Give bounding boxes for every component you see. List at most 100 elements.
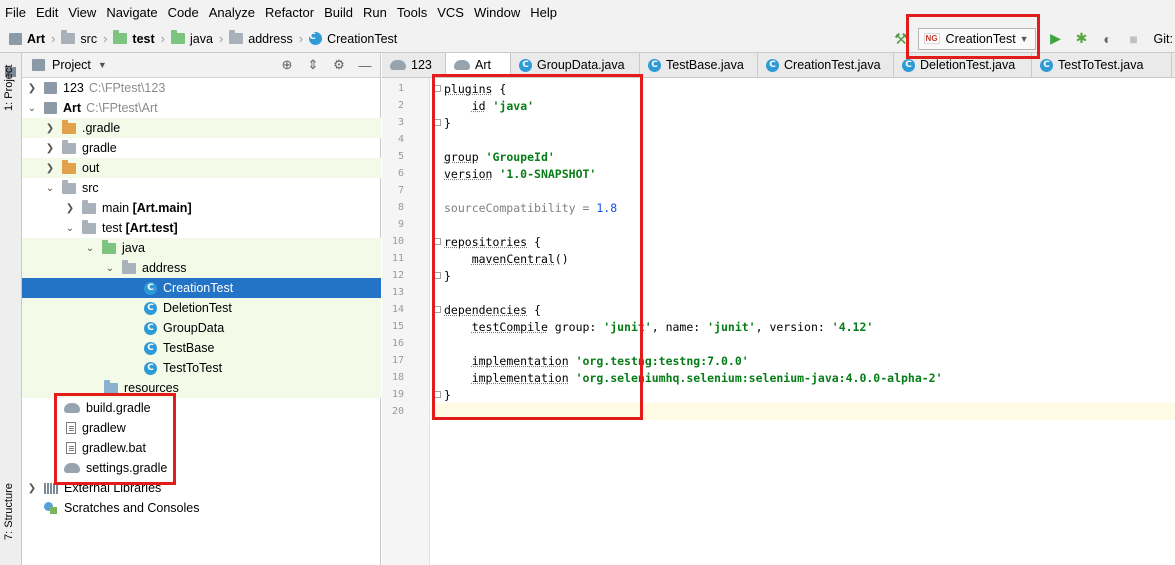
gear-icon[interactable]: ⚙ [328, 57, 350, 73]
chevron-right-icon[interactable]: ❯ [44, 143, 56, 154]
tree-item-test[interactable]: ⌄ test [Art.test] [22, 218, 381, 238]
menu-tools[interactable]: Tools [397, 5, 427, 20]
debug-bug-icon[interactable]: ✱ [1072, 30, 1092, 47]
line-number: 7 [397, 185, 404, 196]
chevron-down-icon[interactable]: ⌄ [84, 243, 96, 254]
tab-art[interactable]: Art [446, 53, 511, 77]
chevron-down-icon[interactable]: ▼ [98, 60, 107, 70]
chevron-right-icon[interactable]: ❯ [64, 203, 76, 214]
menu-run[interactable]: Run [363, 5, 387, 20]
crumb-creationtest[interactable]: C CreationTest [309, 32, 397, 46]
fold-marker-icon[interactable] [434, 85, 441, 92]
menu-refactor[interactable]: Refactor [265, 5, 314, 20]
code-line-15: testCompile group: 'junit', name: 'junit… [471, 320, 874, 334]
tab-structure-tool[interactable]: 7: Structure [3, 483, 15, 540]
menu-code[interactable]: Code [168, 5, 199, 20]
menu-window[interactable]: Window [474, 5, 520, 20]
code-line-11: mavenCentral() [471, 252, 569, 266]
menu-build[interactable]: Build [324, 5, 353, 20]
tab-deletiontest[interactable]: C DeletionTest.java [894, 53, 1032, 77]
tab-123[interactable]: 123 [382, 53, 446, 77]
resources-folder-icon [104, 379, 118, 394]
tree-item-gradle[interactable]: ❯ gradle [22, 138, 381, 158]
code-line-17: implementation 'org.testng:testng:7.0.0' [471, 354, 749, 368]
project-panel-title[interactable]: Project [52, 58, 91, 72]
tree-item-dot-gradle[interactable]: ❯ .gradle [22, 118, 381, 138]
library-icon [44, 482, 58, 494]
tree-item-settings-gradle[interactable]: settings.gradle [22, 458, 381, 478]
run-play-icon[interactable]: ▶ [1046, 30, 1066, 47]
tree-item-groupdata[interactable]: C GroupData [22, 318, 381, 338]
crumb-src[interactable]: src [61, 30, 97, 46]
package-icon [229, 30, 244, 44]
tree-item-gradlew[interactable]: gradlew [22, 418, 381, 438]
chevron-right-icon[interactable]: ❯ [26, 83, 38, 94]
tool-window-stripe: 1: Project 7: Structure [0, 53, 22, 565]
chevron-down-icon[interactable]: ⌄ [44, 183, 56, 194]
chevron-right-icon[interactable]: ❯ [44, 163, 56, 174]
folder-icon [62, 179, 76, 194]
minimize-icon[interactable]: — [354, 58, 376, 73]
run-configuration-dropdown[interactable]: NG CreationTest ▼ [917, 27, 1036, 50]
menu-analyze[interactable]: Analyze [209, 5, 255, 20]
tree-item-deletiontest[interactable]: C DeletionTest [22, 298, 381, 318]
build-hammer-icon[interactable]: ⚒ [894, 30, 907, 48]
tab-project-tool[interactable]: 1: Project [3, 65, 15, 111]
fold-marker-icon[interactable] [434, 391, 441, 398]
tab-testtotest[interactable]: C TestToTest.java [1032, 53, 1172, 77]
collapse-all-icon[interactable]: ⇕ [302, 57, 324, 73]
fold-marker-icon[interactable] [434, 306, 441, 313]
tree-item-art[interactable]: ⌄ Art C:\FPtest\Art [22, 98, 381, 118]
code-line-5: group 'GroupeId' [444, 150, 555, 164]
menu-file[interactable]: File [5, 5, 26, 20]
tab-groupdata[interactable]: C GroupData.java [511, 53, 640, 77]
tree-item-external-libraries[interactable]: ❯ External Libraries [22, 478, 381, 498]
menu-bar: File Edit View Navigate Code Analyze Ref… [0, 0, 1175, 25]
tree-item-testtotest[interactable]: C TestToTest [22, 358, 381, 378]
tree-item-123[interactable]: ❯ 123 C:\FPtest\123 [22, 78, 381, 98]
menu-vcs[interactable]: VCS [437, 5, 464, 20]
tree-item-address[interactable]: ⌄ address [22, 258, 381, 278]
crumb-java[interactable]: java [171, 30, 213, 46]
tree-item-main[interactable]: ❯ main [Art.main] [22, 198, 381, 218]
class-icon: C [1040, 58, 1053, 72]
tree-item-resources[interactable]: resources [22, 378, 381, 398]
tree-item-java[interactable]: ⌄ java [22, 238, 381, 258]
menu-view[interactable]: View [68, 5, 96, 20]
run-config-label: CreationTest [945, 31, 1016, 46]
navigation-bar: Art › src › test › java › address › C Creation… [0, 25, 1175, 53]
stop-icon[interactable]: ■ [1124, 31, 1144, 47]
chevron-down-icon[interactable]: ⌄ [64, 223, 76, 234]
fold-marker-icon[interactable] [434, 119, 441, 126]
code-editor[interactable]: 1 2 3 4 5 6 7 8 9 10 11 12 13 14 15 16 1… [382, 78, 1175, 565]
tree-item-scratches[interactable]: Scratches and Consoles [22, 498, 381, 518]
fold-marker-icon[interactable] [434, 238, 441, 245]
gradle-elephant-icon [390, 60, 406, 70]
locate-target-icon[interactable]: ⊕ [276, 57, 298, 73]
breadcrumb: Art › src › test › java › address › C Creation… [0, 30, 401, 46]
menu-help[interactable]: Help [530, 5, 557, 20]
chevron-down-icon[interactable]: ⌄ [26, 103, 38, 114]
code-line-8: sourceCompatibility = 1.8 [444, 201, 618, 215]
tree-item-src[interactable]: ⌄ src [22, 178, 381, 198]
chevron-down-icon[interactable]: ⌄ [104, 263, 116, 274]
chevron-right-icon[interactable]: ❯ [44, 123, 56, 134]
tree-item-testbase[interactable]: C TestBase [22, 338, 381, 358]
code-line-10: repositories { [444, 235, 541, 249]
tree-item-gradlew-bat[interactable]: gradlew.bat [22, 438, 381, 458]
fold-marker-icon[interactable] [434, 272, 441, 279]
line-number: 11 [391, 253, 404, 264]
tab-creationtest[interactable]: C CreationTest.java [758, 53, 894, 77]
project-icon [9, 32, 22, 45]
tree-item-creationtest[interactable]: C CreationTest [22, 278, 381, 298]
run-with-coverage-icon[interactable]: ◐ [1098, 31, 1118, 47]
crumb-art[interactable]: Art [9, 32, 45, 46]
chevron-right-icon[interactable]: ❯ [26, 483, 38, 494]
crumb-test[interactable]: test [113, 30, 155, 46]
tree-item-build-gradle[interactable]: build.gradle [22, 398, 381, 418]
tab-testbase[interactable]: C TestBase.java [640, 53, 758, 77]
menu-navigate[interactable]: Navigate [106, 5, 157, 20]
tree-item-out[interactable]: ❯ out [22, 158, 381, 178]
menu-edit[interactable]: Edit [36, 5, 58, 20]
crumb-address[interactable]: address [229, 30, 293, 46]
